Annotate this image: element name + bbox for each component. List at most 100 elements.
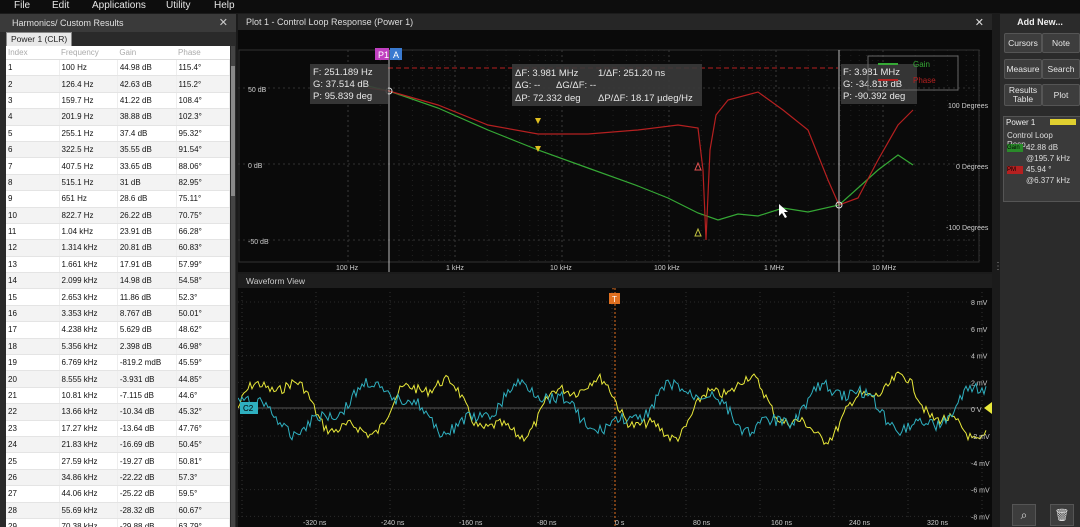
cursors-button[interactable]: Cursors — [1004, 33, 1042, 53]
cell-frequency: 2.099 kHz — [59, 272, 118, 290]
cell-gain: 42.63 dB — [117, 75, 177, 93]
note-button[interactable]: Note — [1042, 33, 1080, 53]
table-row[interactable]: 17 4.238 kHz 5.629 dB 48.62° — [6, 321, 230, 339]
cell-frequency: 2.653 kHz — [59, 288, 118, 306]
power1-result-badge[interactable]: Power 1 Control Loop Resp... Gain 42.88 … — [1003, 116, 1080, 202]
table-row[interactable]: 21 10.81 kHz -7.115 dB 44.6° — [6, 387, 230, 405]
table-row[interactable]: 9 651 Hz 28.6 dB 75.11° — [6, 190, 230, 208]
cell-phase: 54.58° — [176, 272, 230, 290]
plot-button[interactable]: Plot — [1042, 84, 1080, 106]
table-row[interactable]: 14 2.099 kHz 14.98 dB 54.58° — [6, 272, 230, 290]
waveform-svg[interactable]: T C2 8 mV 6 mV 4 mV 2 mV 0 V -2 mV -4 mV -6 mV -… — [238, 288, 992, 527]
table-row[interactable]: 19 6.769 kHz -819.2 mdB 45.59° — [6, 354, 230, 372]
cell-gain: 28.6 dB — [117, 190, 177, 208]
menu-edit[interactable]: Edit — [52, 0, 69, 11]
table-row[interactable]: 7 407.5 Hz 33.65 dB 88.06° — [6, 157, 230, 175]
table-row[interactable]: 4 201.9 Hz 38.88 dB 102.3° — [6, 108, 230, 126]
cell-index: 16 — [6, 305, 60, 323]
table-row[interactable]: 6 322.5 Hz 35.55 dB 91.54° — [6, 141, 230, 159]
table-row[interactable]: 16 3.353 kHz 8.767 dB 50.01° — [6, 305, 230, 323]
waveform-x-label: 160 ns — [771, 520, 793, 527]
phase-margin-value: 45.94 ° — [1026, 165, 1052, 174]
cell-gain: 11.86 dB — [117, 288, 177, 306]
cell-frequency: 1.314 kHz — [59, 239, 118, 257]
tab-power1-clr[interactable]: Power 1 (CLR) — [6, 32, 73, 47]
plot-close-icon[interactable]: ✕ — [975, 15, 984, 31]
cell-index: 23 — [6, 420, 60, 437]
cell-index: 19 — [6, 354, 60, 372]
cell-phase: 50.81° — [176, 452, 230, 470]
table-row[interactable]: 27 44.06 kHz -25.22 dB 59.5° — [6, 485, 230, 503]
menu-file[interactable]: File — [14, 0, 30, 11]
table-row[interactable]: 23 17.27 kHz -13.64 dB 47.76° — [6, 420, 230, 437]
search-button[interactable]: Search — [1042, 59, 1080, 79]
waveform-x-label: 80 ns — [693, 520, 711, 527]
delta-inv-freq: 1/ΔF: 251.20 ns — [598, 68, 665, 79]
column-header-frequency[interactable]: Frequency — [59, 46, 118, 60]
column-header-index[interactable]: Index — [6, 46, 59, 60]
gain-swatch: Gain — [1007, 144, 1023, 152]
table-row[interactable]: 20 8.555 kHz -3.931 dB 44.85° — [6, 370, 230, 388]
table-row[interactable]: 29 70.38 kHz -29.88 dB 63.79° — [6, 518, 230, 527]
cell-gain: -819.2 mdB — [117, 354, 177, 372]
table-row[interactable]: 18 5.356 kHz 2.398 dB 46.98° — [6, 338, 230, 356]
results-table: Index Frequency Gain Phase 1 100 Hz 44.98 … — [6, 46, 230, 527]
table-scrollbar[interactable] — [231, 46, 235, 527]
cell-gain: 14.98 dB — [117, 272, 177, 290]
cell-phase: 102.3° — [176, 108, 230, 126]
table-row[interactable]: 28 55.69 kHz -28.32 dB 60.67° — [6, 502, 230, 519]
table-row[interactable]: 24 21.83 kHz -16.69 dB 50.45° — [6, 436, 230, 454]
cell-frequency: 70.38 kHz — [59, 518, 118, 527]
table-row[interactable]: 22 13.66 kHz -10.34 dB 45.32° — [6, 403, 230, 421]
splitter-handle[interactable]: ⋮ — [993, 262, 1003, 282]
cursor-a-phase: P: 95.839 deg — [313, 91, 372, 102]
menu-utility[interactable]: Utility — [166, 0, 190, 11]
table-row[interactable]: 12 1.314 kHz 20.81 dB 60.83° — [6, 239, 230, 257]
cell-gain: 41.22 dB — [117, 92, 177, 110]
table-row[interactable]: 11 1.04 kHz 23.91 dB 66.28° — [6, 223, 230, 241]
waveform-x-label: 320 ns — [927, 520, 949, 527]
table-row[interactable]: 8 515.1 Hz 31 dB 82.95° — [6, 174, 230, 192]
cell-gain: 8.767 dB — [117, 305, 177, 323]
trash-icon[interactable]: 🗑 — [1050, 504, 1074, 526]
bode-plot-svg[interactable]: P1 A F: 251.189 Hz G: 37.514 dB P: 95.83… — [238, 30, 992, 272]
menu-help[interactable]: Help — [214, 0, 235, 11]
zoom-icon[interactable]: ⌕ — [1012, 504, 1036, 526]
close-icon[interactable]: ✕ — [219, 16, 228, 29]
table-row[interactable]: 5 255.1 Hz 37.4 dB 95.32° — [6, 125, 230, 142]
scrollbar-thumb[interactable] — [231, 66, 235, 196]
cell-index: 7 — [6, 157, 60, 175]
table-row[interactable]: 2 126.4 Hz 42.63 dB 115.2° — [6, 75, 230, 93]
cell-phase: 82.95° — [176, 174, 230, 192]
delta-gain: ΔG: -- — [515, 80, 540, 91]
table-row[interactable]: 15 2.653 kHz 11.86 dB 52.3° — [6, 288, 230, 306]
right-axis-label: -100 Degrees — [946, 225, 989, 232]
column-header-gain[interactable]: Gain — [117, 46, 177, 60]
table-header-row: Index Frequency Gain Phase — [6, 46, 230, 60]
table-row[interactable]: 25 27.59 kHz -19.27 dB 50.81° — [6, 452, 230, 470]
table-row[interactable]: 10 822.7 Hz 26.22 dB 70.75° — [6, 207, 230, 224]
table-row[interactable]: 26 34.86 kHz -22.22 dB 57.3° — [6, 469, 230, 487]
waveform-title-bar: Waveform View — [238, 274, 992, 288]
menu-applications[interactable]: Applications — [92, 0, 146, 11]
cell-phase: 108.4° — [176, 92, 230, 110]
cell-frequency: 44.06 kHz — [59, 485, 118, 503]
delta-phase: ΔP: 72.332 deg — [515, 93, 581, 104]
table-row[interactable]: 13 1.661 kHz 17.91 dB 57.99° — [6, 256, 230, 274]
measure-button[interactable]: Measure — [1004, 59, 1042, 79]
table-row[interactable]: 3 159.7 Hz 41.22 dB 108.4° — [6, 92, 230, 110]
left-axis-label: 50 dB — [248, 87, 267, 94]
table-row[interactable]: 1 100 Hz 44.98 dB 115.4° — [6, 59, 230, 77]
cell-gain: 33.65 dB — [117, 157, 177, 175]
column-header-phase[interactable]: Phase — [176, 46, 230, 60]
results-table-button[interactable]: Results Table — [1004, 84, 1042, 106]
cell-frequency: 34.86 kHz — [59, 469, 118, 487]
cell-frequency: 6.769 kHz — [59, 354, 118, 372]
cell-gain: 35.55 dB — [117, 141, 177, 159]
cell-index: 20 — [6, 370, 60, 388]
menu-bar: File Edit Applications Utility Help — [0, 0, 1080, 13]
channel1-level-marker-icon[interactable] — [984, 402, 992, 414]
cell-index: 18 — [6, 338, 60, 356]
cell-frequency: 322.5 Hz — [59, 141, 118, 159]
phase-margin-marker-icon — [694, 161, 702, 171]
